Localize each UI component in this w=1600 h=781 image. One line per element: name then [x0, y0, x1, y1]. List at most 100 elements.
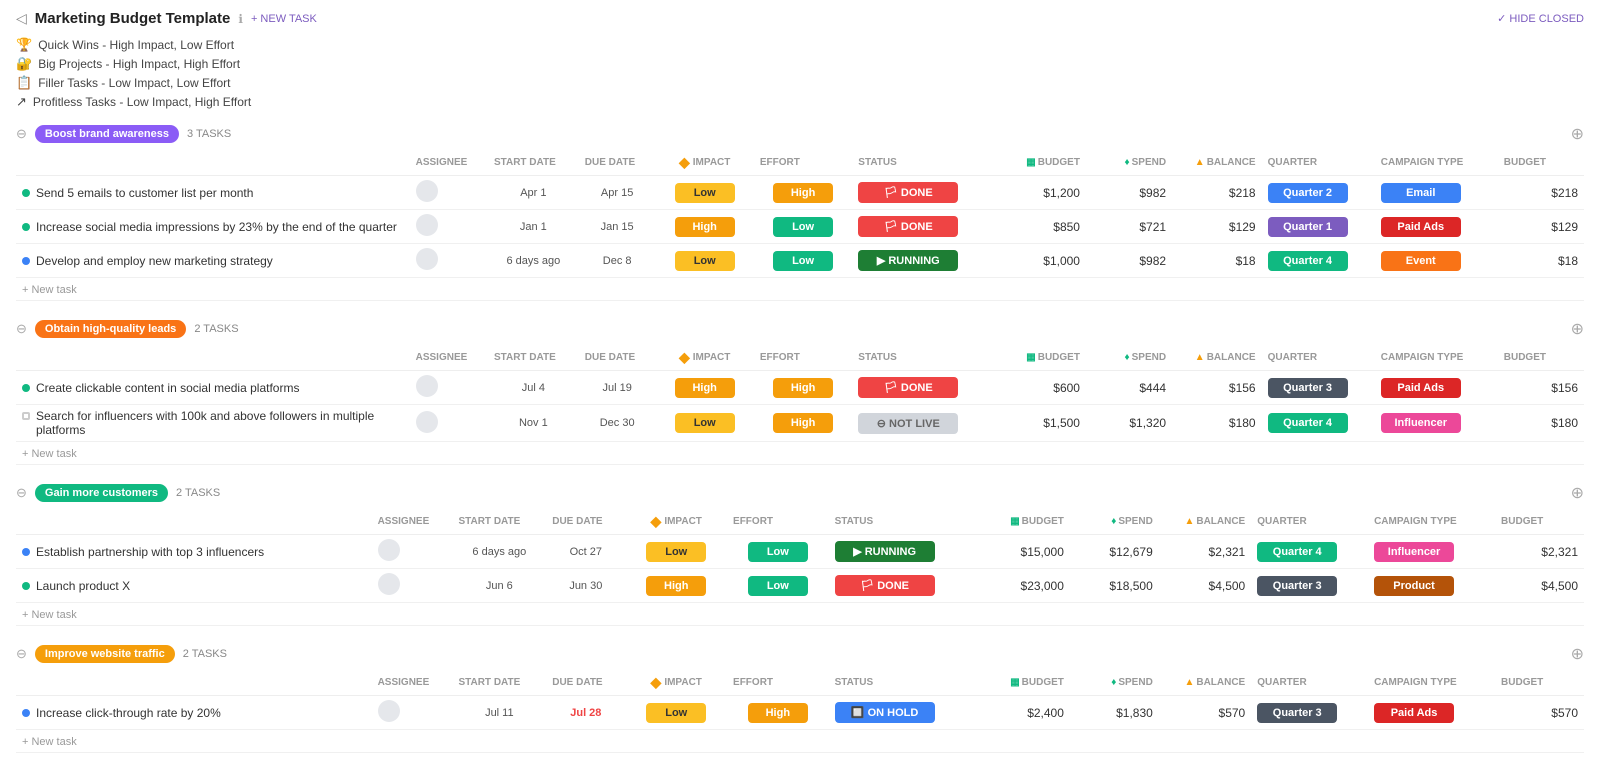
task-name-text[interactable]: Establish partnership with top 3 influen… — [36, 545, 264, 559]
avatar[interactable] — [416, 180, 438, 202]
quarter-cell[interactable]: Quarter 3 — [1251, 696, 1368, 730]
assignee-cell — [372, 569, 453, 603]
new-task-link[interactable]: + New task — [22, 284, 77, 296]
campaign-cell[interactable]: Paid Ads — [1375, 210, 1498, 244]
section-collapse-leads[interactable]: ⊖ — [16, 321, 27, 337]
status-badge: 🏳 DONE — [858, 377, 958, 398]
col-header-status: STATUS — [829, 670, 981, 696]
task-name-text[interactable]: Search for influencers with 100k and abo… — [36, 409, 404, 437]
task-name-text[interactable]: Launch product X — [36, 579, 130, 593]
effort-cell[interactable]: High — [754, 371, 852, 405]
section-traffic: ⊖ Improve website traffic 2 TASKS ⊕ ASSI… — [16, 644, 1584, 753]
section-label-customers[interactable]: Gain more customers — [35, 484, 168, 502]
col-header-start: START DATE — [452, 670, 546, 696]
table-header-row: ASSIGNEE START DATE DUE DATE ◆IMPACT EFF… — [16, 345, 1584, 371]
new-task-header-button[interactable]: + NEW TASK — [251, 13, 317, 25]
effort-cell[interactable]: High — [754, 405, 852, 442]
page-title: Marketing Budget Template — [35, 10, 231, 27]
task-name: Launch product X — [22, 579, 366, 593]
avatar[interactable] — [416, 248, 438, 270]
task-name-text[interactable]: Develop and employ new marketing strateg… — [36, 254, 273, 268]
page-wrapper: ◁ Marketing Budget Template ℹ + NEW TASK… — [0, 0, 1600, 781]
new-task-link[interactable]: + New task — [22, 736, 77, 748]
task-name-text[interactable]: Increase click-through rate by 20% — [36, 706, 221, 720]
section-header-traffic: ⊖ Improve website traffic 2 TASKS ⊕ — [16, 644, 1584, 664]
status-cell[interactable]: 🏳 DONE — [829, 569, 981, 603]
avatar[interactable] — [416, 375, 438, 397]
campaign-cell[interactable]: Paid Ads — [1375, 371, 1498, 405]
quarter-cell[interactable]: Quarter 4 — [1251, 535, 1368, 569]
impact-cell[interactable]: Low — [625, 696, 727, 730]
quarter-cell[interactable]: Quarter 3 — [1251, 569, 1368, 603]
impact-cell[interactable]: High — [656, 210, 754, 244]
section-collapse-boost[interactable]: ⊖ — [16, 126, 27, 142]
campaign-cell[interactable]: Influencer — [1368, 535, 1495, 569]
section-collapse-customers[interactable]: ⊖ — [16, 485, 27, 501]
effort-cell[interactable]: Low — [754, 244, 852, 278]
col-header-status: STATUS — [852, 150, 1000, 176]
status-cell[interactable]: ▶ RUNNING — [829, 535, 981, 569]
status-cell[interactable]: 🏳 DONE — [852, 210, 1000, 244]
status-cell[interactable]: ⊖ NOT LIVE — [852, 405, 1000, 442]
quarter-cell[interactable]: Quarter 4 — [1262, 405, 1375, 442]
quarter-cell[interactable]: Quarter 2 — [1262, 176, 1375, 210]
table-row: Launch product X Jun 6 Jun 30 High Low 🏳… — [16, 569, 1584, 603]
impact-cell[interactable]: Low — [625, 535, 727, 569]
campaign-cell[interactable]: Paid Ads — [1368, 696, 1495, 730]
section-label-leads[interactable]: Obtain high-quality leads — [35, 320, 186, 338]
section-add-boost[interactable]: ⊕ — [1571, 124, 1584, 144]
avatar[interactable] — [378, 700, 400, 722]
assignee-cell — [372, 535, 453, 569]
section-collapse-traffic[interactable]: ⊖ — [16, 646, 27, 662]
impact-cell[interactable]: Low — [656, 405, 754, 442]
impact-cell[interactable]: Low — [656, 244, 754, 278]
section-label-traffic[interactable]: Improve website traffic — [35, 645, 175, 663]
due-date-cell: Dec 30 — [600, 417, 635, 429]
quarter-cell[interactable]: Quarter 3 — [1262, 371, 1375, 405]
status-cell[interactable]: 🏳 DONE — [852, 371, 1000, 405]
section-add-customers[interactable]: ⊕ — [1571, 483, 1584, 503]
impact-cell[interactable]: High — [625, 569, 727, 603]
status-cell[interactable]: ▶ RUNNING — [852, 244, 1000, 278]
new-task-row: + New task — [16, 442, 1584, 465]
campaign-cell[interactable]: Influencer — [1375, 405, 1498, 442]
avatar[interactable] — [416, 214, 438, 236]
info-icon[interactable]: ℹ — [238, 12, 243, 26]
new-task-link[interactable]: + New task — [22, 448, 77, 460]
campaign-cell[interactable]: Product — [1368, 569, 1495, 603]
status-cell[interactable]: 🏳 DONE — [852, 176, 1000, 210]
task-name-text[interactable]: Increase social media impressions by 23%… — [36, 220, 397, 234]
assignee-cell — [410, 244, 488, 278]
effort-cell[interactable]: Low — [754, 210, 852, 244]
task-name-cell: Establish partnership with top 3 influen… — [16, 535, 372, 569]
effort-cell[interactable]: Low — [727, 569, 829, 603]
legend-item-quickwins: 🏆 Quick Wins - High Impact, Low Effort — [16, 37, 1584, 53]
avatar[interactable] — [378, 539, 400, 561]
quarter-cell[interactable]: Quarter 1 — [1262, 210, 1375, 244]
new-task-link[interactable]: + New task — [22, 609, 77, 621]
section-add-traffic[interactable]: ⊕ — [1571, 644, 1584, 664]
budget-end-cell: $2,321 — [1495, 535, 1584, 569]
hide-closed-button[interactable]: ✓ HIDE CLOSED — [1497, 12, 1584, 25]
task-name-text[interactable]: Create clickable content in social media… — [36, 381, 299, 395]
impact-cell[interactable]: High — [656, 371, 754, 405]
impact-cell[interactable]: Low — [656, 176, 754, 210]
effort-cell[interactable]: Low — [727, 535, 829, 569]
avatar[interactable] — [416, 411, 438, 433]
section-label-boost[interactable]: Boost brand awareness — [35, 125, 179, 143]
effort-cell[interactable]: High — [754, 176, 852, 210]
col-header-budget: ▦BUDGET — [1000, 345, 1086, 371]
new-task-row: + New task — [16, 603, 1584, 626]
campaign-badge: Email — [1381, 183, 1461, 203]
quarter-cell[interactable]: Quarter 4 — [1262, 244, 1375, 278]
task-dot — [22, 189, 30, 197]
effort-cell[interactable]: High — [727, 696, 829, 730]
avatar[interactable] — [378, 573, 400, 595]
spend-cell: $982 — [1086, 244, 1172, 278]
task-name-text[interactable]: Send 5 emails to customer list per month — [36, 186, 253, 200]
campaign-cell[interactable]: Email — [1375, 176, 1498, 210]
back-button[interactable]: ◁ — [16, 10, 27, 27]
section-add-leads[interactable]: ⊕ — [1571, 319, 1584, 339]
campaign-cell[interactable]: Event — [1375, 244, 1498, 278]
status-cell[interactable]: 🔲 ON HOLD — [829, 696, 981, 730]
